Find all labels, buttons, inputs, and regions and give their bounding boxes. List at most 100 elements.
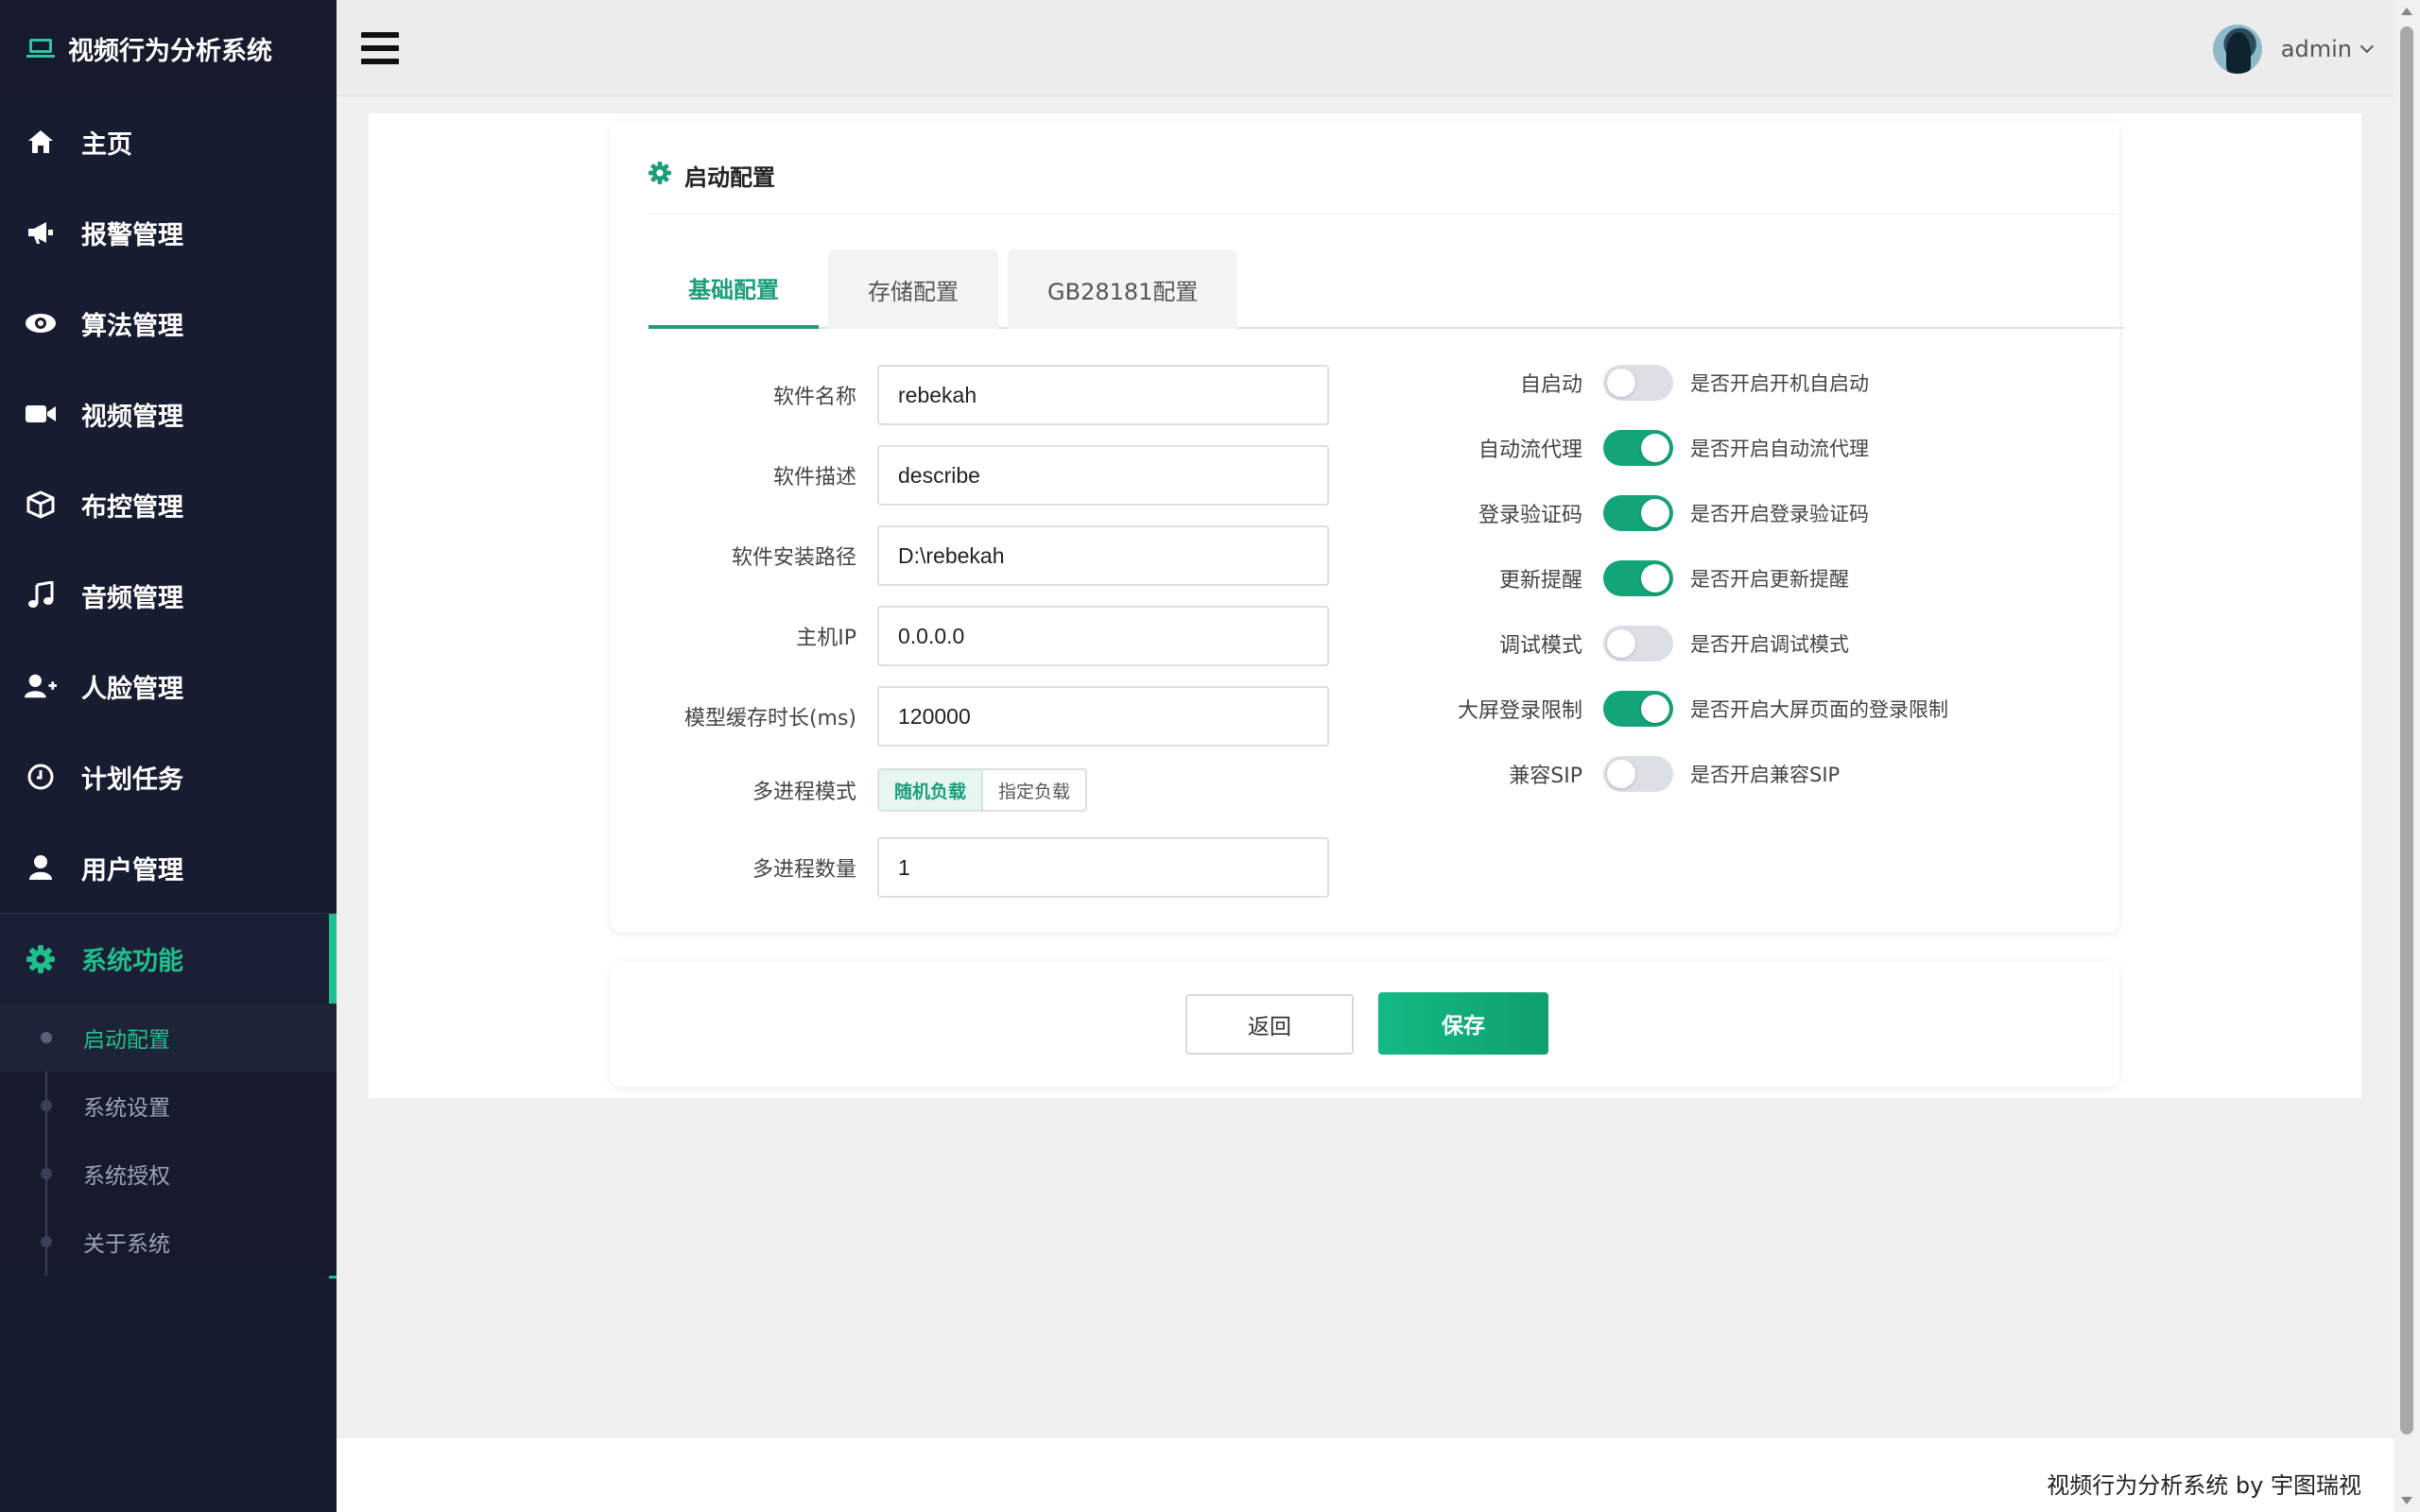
software-desc-input[interactable] [877,445,1329,506]
sidebar-item-deployment[interactable]: 布控管理 [0,459,337,550]
field-label: 软件名称 [772,386,856,409]
tab-storage-config[interactable]: 存储配置 [828,249,998,329]
sidebar-item-users[interactable]: 用户管理 [0,822,337,913]
sidebar-item-faces[interactable]: 人脸管理 [0,641,337,731]
form-row-model-cache: 模型缓存时长(ms) [648,686,1329,747]
bigscreen-login-toggle[interactable] [1603,691,1673,727]
toggle-description: 是否开启更新提醒 [1690,568,1849,591]
mode-specified-load-button[interactable]: 指定负载 [983,770,1086,810]
bullet-icon [41,1032,52,1043]
update-reminder-toggle[interactable] [1603,560,1673,596]
subitem-system-settings[interactable]: 系统设置 [0,1072,337,1140]
subitem-label: 系统授权 [83,1164,170,1189]
host-ip-input[interactable] [877,606,1329,666]
toggle-row-compatible-sip: 兼容SIP 是否开启兼容SIP [1348,756,1840,792]
sidebar-item-label: 用户管理 [81,855,183,885]
save-button[interactable]: 保存 [1378,992,1548,1055]
sidebar-item-home[interactable]: 主页 [0,96,337,187]
field-label: 软件安装路径 [731,546,856,570]
brand: 视频行为分析系统 [0,0,337,96]
sidebar-item-videos[interactable]: 视频管理 [0,369,337,459]
footer: 视频行为分析系统 by 宇图瑞视 [337,1438,2394,1512]
hamburger-menu-icon[interactable] [361,32,399,64]
sidebar: 视频行为分析系统 主页 报警管理 算法管理 视频管理 布控管理 音频管理 人脸管… [0,0,337,1512]
toggle-row-login-captcha: 登录验证码 是否开启登录验证码 [1348,495,1869,531]
subitem-label: 启动配置 [83,1028,170,1053]
form-row-software-name: 软件名称 [648,365,1329,425]
field-label: 主机IP [796,627,856,650]
form-row-install-path: 软件安装路径 [648,525,1329,586]
toggle-row-autostart: 自启动 是否开启开机自启动 [1348,365,1869,401]
tab-basic-config[interactable]: 基础配置 [648,249,819,329]
toggle-label: 自启动 [1519,373,1582,397]
sidebar-item-algorithms[interactable]: 算法管理 [0,278,337,369]
eye-icon [25,307,57,339]
mode-random-load-button[interactable]: 随机负载 [879,770,984,810]
sidebar-item-label: 系统功能 [81,947,183,976]
sidebar-item-tasks[interactable]: 计划任务 [0,731,337,822]
multi-mode-segmented: 随机负载 指定负载 [877,768,1088,812]
user-menu[interactable]: admin [2212,25,2374,74]
sidebar-item-audio[interactable]: 音频管理 [0,550,337,641]
cube-icon [25,489,57,521]
scroll-thumb[interactable] [2400,26,2413,1435]
user-name: admin [2280,36,2352,62]
clock-icon [25,761,57,793]
sidebar-item-system[interactable]: 系统功能 [0,913,337,1279]
field-label: 模型缓存时长(ms) [683,707,856,730]
login-captcha-toggle[interactable] [1603,495,1673,531]
card-title: 启动配置 [648,159,775,192]
multi-count-input[interactable] [877,837,1329,898]
user-icon [25,851,57,884]
tab-gb28181-config[interactable]: GB28181配置 [1008,249,1238,329]
toggle-description: 是否开启大屏页面的登录限制 [1690,698,1948,721]
divider [648,214,2123,215]
autostart-toggle[interactable] [1603,365,1673,401]
subitem-about[interactable]: 关于系统 [0,1208,337,1276]
video-camera-icon [25,398,57,430]
card-title-text: 启动配置 [684,164,775,191]
toggle-row-auto-proxy: 自动流代理 是否开启自动流代理 [1348,430,1869,466]
back-button[interactable]: 返回 [1185,994,1354,1055]
laptop-icon [26,39,55,58]
toggle-label: 更新提醒 [1498,569,1582,593]
megaphone-icon [25,216,57,249]
sidebar-item-label: 算法管理 [81,311,183,341]
toggle-description: 是否开启开机自启动 [1690,372,1869,395]
chevron-down-icon [2360,40,2374,54]
debug-mode-toggle[interactable] [1603,626,1673,662]
sidebar-item-alarms[interactable]: 报警管理 [0,187,337,278]
field-label: 多进程模式 [752,781,856,804]
toggle-label: 自动流代理 [1478,438,1582,462]
compatible-sip-toggle[interactable] [1603,756,1673,792]
avatar[interactable] [2212,25,2262,74]
toggle-row-update-reminder: 更新提醒 是否开启更新提醒 [1348,560,1849,596]
sidebar-item-label: 音频管理 [81,583,183,613]
field-label: 软件描述 [772,466,856,490]
bullet-icon [41,1100,52,1111]
gear-icon [648,161,671,190]
subitem-startup-config[interactable]: 启动配置 [0,1004,337,1072]
config-card: 启动配置 基础配置 存储配置 GB28181配置 软件名称 软件描述 软件安装路… [611,121,2123,932]
auto-proxy-toggle[interactable] [1603,430,1673,466]
form-row-host-ip: 主机IP [648,606,1329,666]
scroll-down-arrow-icon[interactable] [2401,1497,2412,1504]
vertical-scrollbar[interactable] [2394,0,2420,1512]
top-header: admin [337,0,2394,96]
scroll-up-arrow-icon[interactable] [2401,8,2412,15]
tab-bar: 基础配置 存储配置 GB28181配置 [648,249,2123,329]
install-path-input[interactable] [877,525,1329,586]
form-row-multi-count: 多进程数量 [648,837,1329,898]
model-cache-input[interactable] [877,686,1329,747]
toggle-label: 兼容SIP [1509,765,1582,788]
home-icon [25,126,57,158]
user-plus-icon [25,670,57,702]
sidebar-item-label: 布控管理 [81,492,183,523]
submenu-system: 启动配置 系统设置 系统授权 关于系统 [0,1004,337,1276]
subitem-system-license[interactable]: 系统授权 [0,1140,337,1208]
footer-text: 视频行为分析系统 by 宇图瑞视 [2047,1472,2361,1499]
software-name-input[interactable] [877,365,1329,425]
toggle-label: 大屏登录限制 [1457,699,1582,723]
form-row-software-desc: 软件描述 [648,445,1329,506]
toggle-description: 是否开启自动流代理 [1690,438,1869,460]
